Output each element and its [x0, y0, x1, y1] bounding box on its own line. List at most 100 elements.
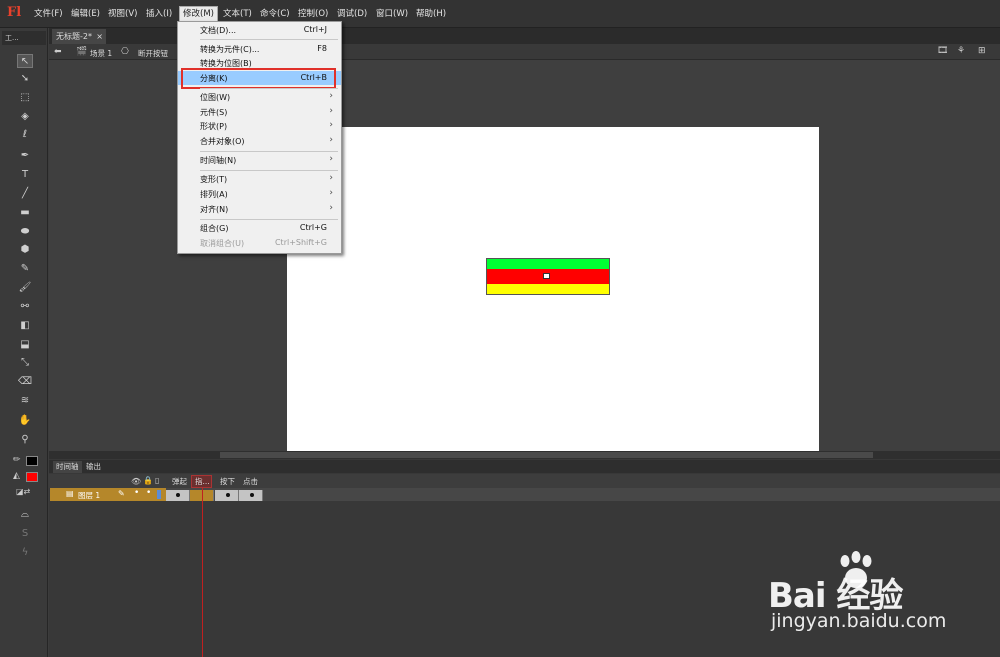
straighten-icon[interactable]: ϟ	[17, 546, 33, 560]
eye-icon[interactable]: 👁	[131, 477, 141, 486]
menu-insert[interactable]: 插入(I)	[146, 7, 172, 21]
outline-icon[interactable]: ▯	[155, 476, 159, 485]
tab-output[interactable]: 输出	[83, 461, 104, 473]
menu-separator	[200, 219, 338, 220]
menu-view[interactable]: 视图(V)	[108, 7, 137, 21]
app-logo: Fl	[7, 5, 22, 20]
back-arrow-icon[interactable]: ⬅	[54, 46, 66, 58]
close-tab-icon[interactable]: ×	[96, 29, 103, 44]
menu-item-group[interactable]: 组合(G) Ctrl+G	[178, 221, 341, 235]
menu-text[interactable]: 文本(T)	[223, 7, 252, 21]
pen-tool-icon[interactable]: ✒	[17, 149, 33, 163]
zoom-tool-icon[interactable]: ⚲	[17, 433, 33, 447]
subselection-tool-icon[interactable]: ➘	[17, 72, 33, 86]
layer-color-swatch[interactable]	[157, 490, 161, 499]
menu-item-align[interactable]: 对齐(N) ›	[178, 202, 341, 216]
toolbox-header: 工...	[2, 31, 46, 45]
menu-file[interactable]: 文件(F)	[34, 7, 63, 21]
snap-to-objects-icon[interactable]: ⌓	[17, 508, 33, 522]
menu-help[interactable]: 帮助(H)	[416, 7, 446, 21]
layer-row[interactable]: ▤ 图层 1 ✎ • •	[50, 488, 166, 501]
lasso-tool-icon[interactable]: ℓ	[17, 128, 33, 142]
button-symbol-icon: ⎔	[121, 47, 129, 57]
keyframe-dot-icon	[176, 493, 180, 497]
fill-color-icon: ◭	[13, 471, 20, 481]
edit-symbols-icon[interactable]: ⚘	[957, 46, 969, 58]
menu-window[interactable]: 窗口(W)	[376, 7, 408, 21]
stroke-color-swatch[interactable]	[26, 456, 38, 466]
keyframe-dot-icon	[226, 493, 230, 497]
menu-item-symbol[interactable]: 元件(S) ›	[178, 105, 341, 119]
menu-item-document[interactable]: 文档(D)... Ctrl+J	[178, 23, 341, 37]
annotation-highlight-box	[181, 68, 336, 89]
lock-icon[interactable]: 🔒	[143, 476, 153, 485]
timeline-tabbar	[49, 460, 1000, 473]
eyedropper-tool-icon[interactable]: ⤡	[17, 356, 33, 370]
scrollbar-thumb[interactable]	[220, 452, 873, 458]
frame-label-down: 按下	[220, 477, 235, 486]
menu-edit[interactable]: 编辑(E)	[71, 7, 100, 21]
submenu-arrow-icon: ›	[329, 120, 333, 130]
polystar-tool-icon[interactable]: ⬢	[17, 243, 33, 257]
menu-item-shape[interactable]: 形状(P) ›	[178, 119, 341, 133]
edit-scene-icon[interactable]: 🎞	[937, 46, 949, 58]
ink-bottle-tool-icon[interactable]: ⬓	[17, 338, 33, 352]
width-tool-icon[interactable]: ≋	[17, 394, 33, 408]
swap-colors-icon[interactable]: ◪⇄	[16, 487, 36, 497]
smooth-icon[interactable]: S	[17, 527, 33, 541]
registration-point-icon	[543, 273, 550, 279]
text-tool-icon[interactable]: T	[17, 168, 33, 182]
paint-bucket-tool-icon[interactable]: ◧	[17, 319, 33, 333]
free-transform-tool-icon[interactable]: ⬚	[17, 91, 33, 105]
button-shape-yellow[interactable]	[486, 284, 610, 295]
menu-separator	[200, 151, 338, 152]
layer-name[interactable]: 图层 1	[78, 490, 100, 501]
eraser-tool-icon[interactable]: ⌫	[17, 375, 33, 389]
pencil-tool-icon[interactable]: ✎	[17, 262, 33, 276]
bone-tool-icon[interactable]: ⚯	[17, 300, 33, 314]
frame-label-over: 指...	[195, 477, 210, 486]
menu-separator	[200, 88, 338, 89]
document-tab[interactable]: 无标题-2* ×	[52, 29, 106, 44]
menu-control[interactable]: 控制(O)	[298, 7, 328, 21]
menu-item-timeline[interactable]: 时间轴(N) ›	[178, 153, 341, 167]
3d-rotation-tool-icon[interactable]: ◈	[17, 110, 33, 124]
tab-timeline[interactable]: 时间轴	[53, 461, 82, 473]
submenu-arrow-icon: ›	[329, 91, 333, 101]
lock-dot-icon[interactable]: •	[146, 488, 151, 498]
fill-color-swatch[interactable]	[26, 472, 38, 482]
oval-tool-icon[interactable]: ⬬	[17, 225, 33, 239]
menu-item-transform[interactable]: 变形(T) ›	[178, 172, 341, 186]
selection-tool-icon[interactable]: ↖	[17, 54, 33, 68]
rectangle-tool-icon[interactable]: ▬	[17, 206, 33, 220]
submenu-arrow-icon: ›	[329, 173, 333, 183]
brush-tool-icon[interactable]: 🖌	[17, 281, 33, 295]
menu-item-combine-objects[interactable]: 合并对象(O) ›	[178, 134, 341, 148]
submenu-arrow-icon: ›	[329, 154, 333, 164]
keyframe-dot-icon	[250, 493, 254, 497]
menu-modify[interactable]: 修改(M)	[179, 6, 218, 22]
submenu-arrow-icon: ›	[329, 203, 333, 213]
scene-label[interactable]: 场景 1	[90, 48, 112, 59]
visible-dot-icon[interactable]: •	[134, 488, 139, 498]
watermark-url: jingyan.baidu.com	[771, 610, 947, 632]
line-tool-icon[interactable]: ╱	[17, 187, 33, 201]
zoom-fit-icon[interactable]: ⊞	[978, 46, 990, 58]
menu-item-bitmap[interactable]: 位图(W) ›	[178, 90, 341, 104]
frame-label-up: 弹起	[172, 477, 187, 486]
pencil-icon: ✎	[118, 489, 125, 498]
menu-debug[interactable]: 调试(D)	[337, 7, 367, 21]
frames-strip[interactable]	[166, 488, 1000, 501]
menu-item-arrange[interactable]: 排列(A) ›	[178, 187, 341, 201]
stroke-color-icon: ✏	[13, 455, 21, 465]
button-shape-green[interactable]	[486, 258, 610, 269]
submenu-arrow-icon: ›	[329, 106, 333, 116]
menu-separator	[200, 170, 338, 171]
menu-item-ungroup: 取消组合(U) Ctrl+Shift+G	[200, 238, 327, 248]
menu-commands[interactable]: 命令(C)	[260, 7, 290, 21]
layer-icon: ▤	[66, 489, 74, 498]
hand-tool-icon[interactable]: ✋	[17, 414, 33, 428]
menu-item-convert-to-symbol[interactable]: 转换为元件(C)... F8	[178, 42, 341, 56]
playhead-line	[202, 488, 203, 657]
symbol-label[interactable]: 断开按钮	[138, 48, 168, 59]
